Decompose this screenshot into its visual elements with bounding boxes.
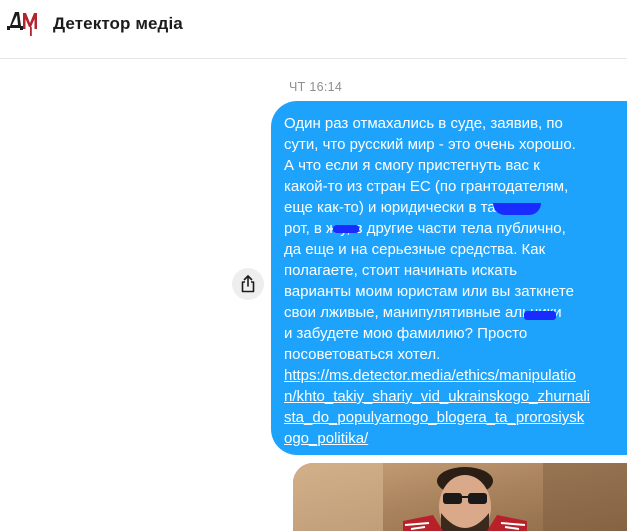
message-line: А что если я смогу пристегнуть вас к (284, 157, 540, 174)
attached-photo[interactable] (293, 463, 627, 531)
message-line: посоветоваться хотел. (284, 346, 441, 363)
message-line: свои лживые, манипулятивные альники (284, 304, 562, 321)
link-line[interactable]: https://ms.detector.media/ethics/manipul… (284, 365, 627, 386)
link-line[interactable]: n/khto_takiy_shariy_vid_ukrainskogo_zhur… (284, 386, 627, 407)
message-bubble[interactable]: Один раз отмахались в суде, заявив, по с… (271, 101, 627, 455)
link-line[interactable]: ogo_politika/ (284, 428, 627, 449)
share-button[interactable] (232, 268, 264, 300)
link-line[interactable]: sta_do_populyarnogo_blogera_ta_prorosiys… (284, 407, 627, 428)
header-divider (0, 58, 627, 59)
redaction-mark (333, 225, 359, 233)
message-link[interactable]: https://ms.detector.media/ethics/manipul… (284, 365, 627, 449)
share-icon (241, 275, 255, 293)
message-timestamp: ЧТ 16:14 (289, 80, 343, 94)
chat-header: Детектор медіа (0, 0, 627, 50)
detector-media-logo-icon (4, 8, 38, 38)
message-line: полагаете, стоит начинать искать (284, 262, 518, 279)
message-line: да еще и на серьезные средства. Как (284, 241, 546, 258)
message-line: сути, что русский мир - это очень хорошо… (284, 136, 576, 153)
message-line: еще как-то) и юридически в там в (284, 199, 519, 216)
redaction-mark (524, 311, 556, 320)
redaction-mark (493, 203, 541, 215)
message-line: какой-то из стран ЕС (по грантодателям, (284, 178, 569, 195)
message-line: варианты моим юристам или вы заткнете (284, 283, 574, 300)
message-line: Один раз отмахались в суде, заявив, по (284, 115, 563, 132)
message-line: и забудете мою фамилию? Просто (284, 325, 528, 342)
chat-title: Детектор медіа (53, 14, 183, 33)
